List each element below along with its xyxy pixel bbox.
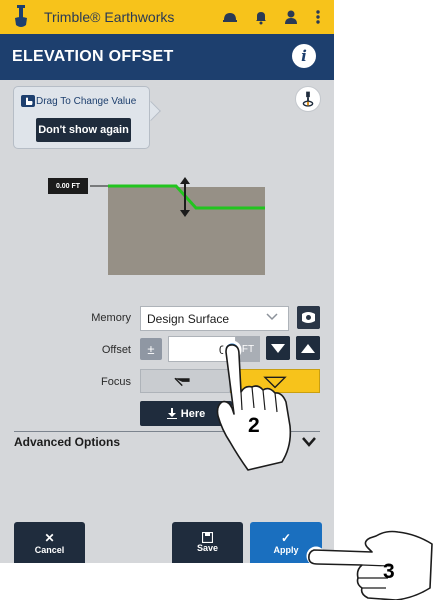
stage: Trimble® Earthworks ELEVATION OFFSET i D… [0,0,433,600]
save-icon [202,532,213,543]
offset-label: Offset [101,344,131,356]
shovel-icon [15,5,27,27]
step-number-2: 2 [248,414,260,437]
step-number-3: 3 [383,560,395,583]
drag-hand-icon [21,95,35,107]
memory-label: Memory [91,312,131,324]
save-button-label: Save [196,543,219,553]
pointing-hand-icon [216,340,292,471]
save-button[interactable]: Save [172,522,243,563]
apply-button-label: Apply [273,544,299,555]
advanced-options-label[interactable]: Advanced Options [14,435,120,449]
download-arrow-icon [166,408,177,419]
focus-label: Focus [101,376,131,388]
info-button[interactable]: i [292,44,316,68]
info-icon: i [301,47,307,65]
cancel-button[interactable]: ✕ Cancel [14,522,85,563]
rover-icon[interactable] [295,86,321,112]
offset-tag: 0.00 FT [48,178,88,194]
drag-tooltip: Drag To Change Value Don't show again [13,86,150,149]
here-button-label: Here [180,407,206,420]
up-arrow-icon [180,177,190,184]
close-icon: ✕ [44,530,55,545]
more-vertical-icon[interactable] [310,9,326,25]
pointing-hand-icon [306,530,433,600]
memory-store-button[interactable] [297,306,320,329]
user-icon[interactable] [283,9,299,25]
bell-icon[interactable] [253,9,269,25]
dont-show-again-button[interactable]: Don't show again [36,118,131,142]
hard-hat-icon[interactable] [222,9,238,25]
checkmark-icon: ✓ [280,530,292,545]
chevron-down-icon [266,313,278,321]
app-title: Trimble® Earthworks [44,9,175,25]
app-bar: Trimble® Earthworks [0,0,334,34]
cancel-button-label: Cancel [34,544,65,555]
app-screen: Trimble® Earthworks ELEVATION OFFSET i D… [0,0,334,563]
page-title: ELEVATION OFFSET [12,48,174,65]
plus-minus-button[interactable]: ± [140,338,162,360]
tooltip-text: Drag To Change Value [36,96,137,107]
title-bar: ELEVATION OFFSET i [0,34,334,80]
